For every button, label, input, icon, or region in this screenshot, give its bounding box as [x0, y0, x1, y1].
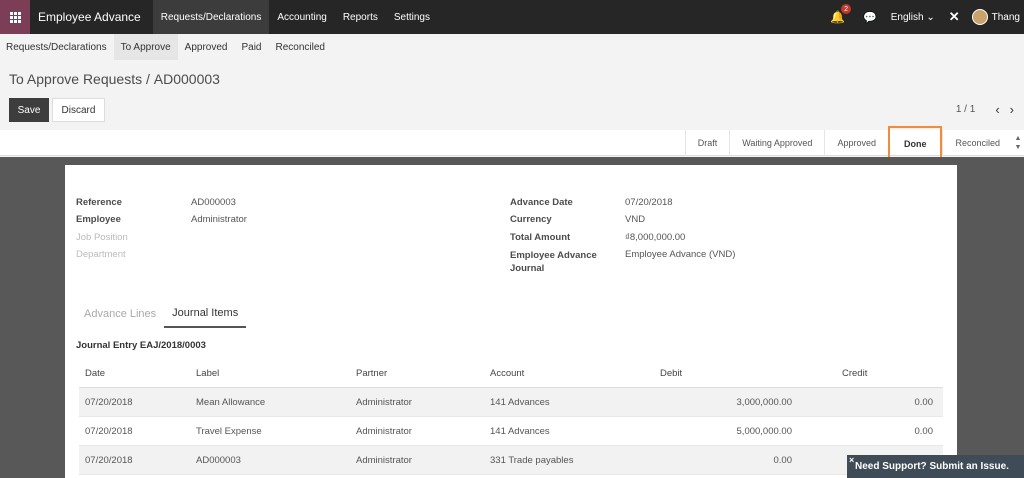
- journal-entry-label: Journal Entry: [76, 340, 138, 351]
- header-account[interactable]: Account: [490, 368, 620, 379]
- header-debit[interactable]: Debit: [620, 368, 802, 379]
- cell-label: AD000003: [196, 454, 241, 466]
- currency-value[interactable]: VND: [625, 214, 645, 225]
- notification-bell[interactable]: 🔔 2: [830, 4, 852, 24]
- pager-next-button[interactable]: ›: [1010, 102, 1014, 117]
- status-approved[interactable]: Approved: [824, 130, 888, 156]
- cell-label: Travel Expense: [196, 425, 262, 437]
- journal-entry: Journal Entry EAJ/2018/0003: [76, 340, 206, 351]
- header-date[interactable]: Date: [79, 368, 196, 379]
- pager-prev-button[interactable]: ‹: [995, 102, 999, 117]
- reference-label: Reference: [76, 197, 122, 208]
- journal-entry-value[interactable]: EAJ/2018/0003: [140, 340, 206, 351]
- avatar[interactable]: [971, 9, 988, 25]
- breadcrumb-separator: /: [145, 71, 150, 87]
- language-selector[interactable]: English ⌄: [891, 12, 935, 23]
- menu-item-requests[interactable]: Requests/Declarations: [152, 0, 270, 34]
- currency-label: Currency: [510, 214, 552, 225]
- total-amount-value: ₫8,000,000.00: [625, 232, 686, 243]
- cell-label: Mean Allowance: [196, 396, 266, 408]
- table-header: Date Label Partner Account Debit Credit: [79, 360, 943, 388]
- breadcrumb: To Approve Requests / AD000003: [9, 71, 220, 87]
- app-name[interactable]: Employee Advance: [38, 10, 141, 24]
- tab-journal-items[interactable]: Journal Items: [164, 300, 247, 328]
- header-credit[interactable]: Credit: [802, 368, 943, 379]
- cell-partner: Administrator: [356, 396, 412, 408]
- department-label: Department: [76, 249, 126, 260]
- cell-partner: Administrator: [356, 425, 412, 437]
- language-label: English: [890, 11, 924, 23]
- save-button[interactable]: Save: [9, 98, 49, 122]
- total-amount-label: Total Amount: [510, 232, 571, 243]
- subnav-approved[interactable]: Approved: [178, 34, 235, 60]
- chat-icon[interactable]: 💬: [863, 11, 877, 24]
- notebook-tabs: Advance Lines Journal Items: [76, 300, 247, 328]
- cell-account: 141 Advances: [490, 396, 550, 408]
- journal-value[interactable]: Employee Advance (VND): [625, 249, 735, 260]
- header-label[interactable]: Label: [196, 368, 356, 379]
- close-icon[interactable]: ✕: [949, 9, 960, 25]
- support-text[interactable]: Need Support? Submit an Issue.: [855, 461, 1009, 472]
- job-position-label: Job Position: [76, 232, 128, 243]
- cell-account: 331 Trade payables: [490, 454, 574, 466]
- tab-advance-lines[interactable]: Advance Lines: [76, 300, 164, 328]
- table-row[interactable]: 07/20/2018 Mean Allowance Administrator …: [79, 388, 943, 417]
- subnav-paid[interactable]: Paid: [234, 34, 268, 60]
- pager: 1 / 1 ‹ ›: [956, 102, 1014, 117]
- cell-date: 07/20/2018: [85, 454, 133, 466]
- discard-button[interactable]: Discard: [52, 98, 105, 122]
- subnav-to-approve[interactable]: To Approve: [113, 34, 178, 60]
- cell-date: 07/20/2018: [85, 396, 133, 408]
- top-navbar: Employee Advance Requests/Declarations A…: [0, 0, 1024, 34]
- subnav-requests[interactable]: Requests/Declarations: [0, 34, 114, 60]
- status-reconciled[interactable]: Reconciled: [942, 130, 1012, 156]
- menu-item-reports[interactable]: Reports: [335, 0, 386, 34]
- pager-value[interactable]: 1 / 1: [956, 104, 975, 115]
- table-row[interactable]: 07/20/2018 AD000003 Administrator 331 Tr…: [79, 446, 943, 475]
- grid-icon: [9, 11, 21, 23]
- cell-debit: 5,000,000.00: [736, 425, 792, 437]
- subnav-reconciled[interactable]: Reconciled: [268, 34, 331, 60]
- advance-date-value: 07/20/2018: [625, 197, 673, 208]
- cell-credit: 0.00: [914, 396, 934, 408]
- cell-debit: 0.00: [773, 454, 793, 466]
- apps-menu-button[interactable]: [0, 0, 30, 34]
- header-partner[interactable]: Partner: [356, 368, 490, 379]
- status-waiting-approved[interactable]: Waiting Approved: [729, 130, 824, 156]
- support-close-icon[interactable]: ×: [849, 455, 854, 465]
- cell-date: 07/20/2018: [85, 425, 133, 437]
- journal-label: Employee Advance Journal: [510, 250, 597, 274]
- support-widget[interactable]: × Need Support? Submit an Issue.: [847, 455, 1024, 478]
- status-bar: Draft Waiting Approved Approved Done Rec…: [0, 126, 1024, 162]
- cell-partner: Administrator: [356, 454, 412, 466]
- status-draft[interactable]: Draft: [684, 130, 730, 156]
- breadcrumb-current: AD000003: [153, 71, 220, 87]
- table-row[interactable]: 07/20/2018 Travel Expense Administrator …: [79, 417, 943, 446]
- menu-item-settings[interactable]: Settings: [386, 0, 438, 34]
- advance-date-label: Advance Date: [510, 197, 573, 208]
- cell-debit: 3,000,000.00: [736, 396, 792, 408]
- scroll-arrows-icon[interactable]: ▲ ▼: [1014, 134, 1022, 152]
- reference-value: AD000003: [191, 197, 236, 208]
- navbar-right: 🔔 2 💬 English ⌄ ✕ Thang: [830, 0, 1024, 34]
- cell-credit: 0.00: [914, 425, 934, 437]
- breadcrumb-parent[interactable]: To Approve Requests: [9, 71, 142, 87]
- main-menu: Requests/Declarations Accounting Reports…: [152, 0, 438, 34]
- sub-navbar: Requests/Declarations To Approve Approve…: [0, 34, 1024, 60]
- employee-value[interactable]: Administrator: [191, 214, 247, 225]
- status-steps: Draft Waiting Approved Approved Done Rec…: [684, 126, 1012, 162]
- journal-items-table: Date Label Partner Account Debit Credit …: [79, 360, 943, 475]
- user-name[interactable]: Thang: [992, 12, 1020, 23]
- employee-label: Employee: [76, 214, 121, 225]
- notification-badge: 2: [841, 4, 852, 14]
- menu-item-accounting[interactable]: Accounting: [269, 0, 334, 34]
- cell-account: 141 Advances: [490, 425, 550, 437]
